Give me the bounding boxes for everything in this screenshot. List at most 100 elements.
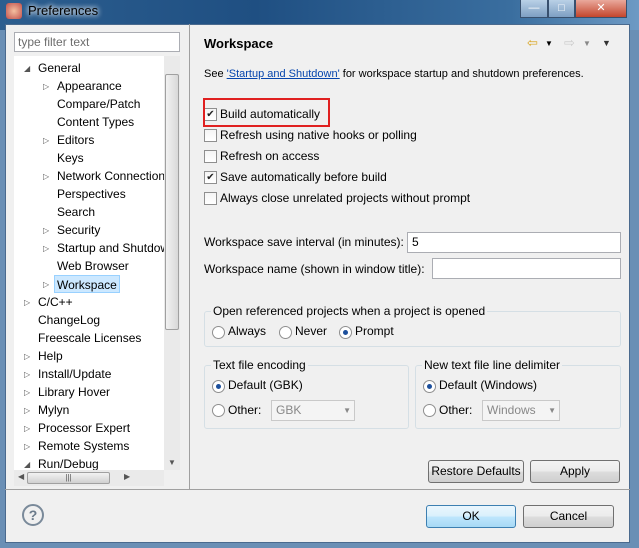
checkbox[interactable]: [204, 129, 217, 142]
collapsed-triangle-icon[interactable]: ▷: [43, 226, 49, 235]
collapsed-triangle-icon[interactable]: ▷: [24, 298, 30, 307]
collapsed-triangle-icon[interactable]: ▷: [24, 424, 30, 433]
checkbox-label: Refresh on access: [220, 149, 320, 163]
delimiter-title: New text file line delimiter: [422, 358, 563, 372]
scroll-right-arrow-icon[interactable]: ▶: [124, 472, 130, 481]
tree-item[interactable]: Web Browser: [57, 257, 129, 275]
restore-defaults-button[interactable]: Restore Defaults: [428, 460, 524, 483]
encoding-combo[interactable]: GBK ▼: [271, 400, 355, 421]
encoding-title: Text file encoding: [211, 358, 308, 372]
encoding-other-label: Other:: [228, 403, 262, 417]
scroll-left-arrow-icon[interactable]: ◀: [18, 472, 24, 481]
collapsed-triangle-icon[interactable]: ▷: [24, 388, 30, 397]
tree-item[interactable]: Compare/Patch: [57, 95, 140, 113]
separator: [5, 489, 630, 490]
tree-item[interactable]: Security: [57, 221, 100, 239]
checkbox[interactable]: [204, 150, 217, 163]
checkbox[interactable]: ✔: [204, 171, 217, 184]
delimiter-combo-value: Windows: [487, 403, 536, 417]
tree-item[interactable]: Perspectives: [57, 185, 126, 203]
collapsed-triangle-icon[interactable]: ▷: [24, 352, 30, 361]
tree-item[interactable]: Editors: [57, 131, 94, 149]
back-menu-chevron-icon[interactable]: ▼: [545, 39, 553, 48]
tree-item[interactable]: Search: [57, 203, 95, 221]
encoding-combo-value: GBK: [276, 403, 302, 417]
delimiter-default-radio[interactable]: [423, 380, 436, 393]
splitter[interactable]: [189, 24, 190, 489]
expanded-triangle-icon[interactable]: ◢: [24, 64, 30, 73]
tree-item[interactable]: Install/Update: [38, 365, 111, 383]
checkbox[interactable]: [204, 192, 217, 205]
collapsed-triangle-icon[interactable]: ▷: [43, 136, 49, 145]
tree-item[interactable]: Appearance: [57, 77, 122, 95]
chevron-down-icon: ▼: [548, 406, 556, 415]
maximize-button[interactable]: □: [548, 0, 575, 18]
open-ref-radio[interactable]: [212, 326, 225, 339]
tree-item[interactable]: Library Hover: [38, 383, 110, 401]
ok-button[interactable]: OK: [426, 505, 516, 528]
tree-scroll-thumb[interactable]: [165, 74, 179, 330]
collapsed-triangle-icon[interactable]: ▷: [24, 370, 30, 379]
tree-item[interactable]: Mylyn: [38, 401, 69, 419]
tree-item[interactable]: Run/Debug: [38, 455, 99, 470]
save-interval-label: Workspace save interval (in minutes):: [204, 235, 404, 249]
workspace-name-label: Workspace name (shown in window title):: [204, 262, 425, 276]
app-icon: [6, 3, 22, 19]
expanded-triangle-icon[interactable]: ◢: [24, 460, 30, 469]
tree-item[interactable]: Content Types: [57, 113, 134, 131]
open-ref-label: Never: [295, 324, 328, 338]
tree-item[interactable]: Keys: [57, 149, 84, 167]
workspace-name-input[interactable]: [432, 258, 621, 279]
tree-item[interactable]: C/C++: [38, 293, 73, 311]
close-button[interactable]: ✕: [575, 0, 627, 18]
tree-item[interactable]: General: [38, 59, 81, 77]
encoding-default-label: Default (GBK): [228, 378, 303, 392]
scroll-down-arrow-icon[interactable]: ▼: [168, 458, 176, 467]
view-menu-icon[interactable]: ▼: [602, 38, 611, 48]
collapsed-triangle-icon[interactable]: ▷: [43, 172, 49, 181]
window-title: Preferences: [28, 3, 99, 18]
cancel-button[interactable]: Cancel: [523, 505, 614, 528]
startup-shutdown-link[interactable]: 'Startup and Shutdown': [227, 68, 340, 80]
intro-suffix: for workspace startup and shutdown prefe…: [339, 68, 584, 80]
preference-tree: ◢ General ▷ Appearance Compare/Patch Content …: [14, 56, 164, 470]
checkbox-label: Always close unrelated projects without …: [220, 191, 471, 205]
delimiter-default-label: Default (Windows): [439, 378, 538, 392]
collapsed-triangle-icon[interactable]: ▷: [43, 82, 49, 91]
filter-input[interactable]: type filter text: [14, 32, 180, 52]
back-arrow-icon[interactable]: ⇦: [527, 35, 538, 51]
tree-item[interactable]: Startup and Shutdown: [57, 239, 164, 257]
intro-text: See 'Startup and Shutdown' for workspace…: [204, 68, 624, 80]
open-ref-label: Always: [228, 324, 267, 338]
intro-prefix: See: [204, 68, 227, 80]
collapsed-triangle-icon[interactable]: ▷: [43, 280, 49, 289]
collapsed-triangle-icon[interactable]: ▷: [43, 244, 49, 253]
tree-item[interactable]: Processor Expert: [38, 419, 130, 437]
forward-menu-chevron-icon[interactable]: ▼: [583, 39, 591, 48]
save-interval-input[interactable]: 5: [407, 232, 621, 253]
delimiter-other-label: Other:: [439, 403, 473, 417]
tree-item[interactable]: ChangeLog: [38, 311, 100, 329]
open-referenced-title: Open referenced projects when a project …: [211, 304, 488, 318]
delimiter-combo[interactable]: Windows ▼: [482, 400, 560, 421]
collapsed-triangle-icon[interactable]: ▷: [24, 406, 30, 415]
tree-hscroll-thumb[interactable]: |||: [27, 472, 110, 484]
encoding-other-radio[interactable]: [212, 404, 225, 417]
encoding-default-radio[interactable]: [212, 380, 225, 393]
collapsed-triangle-icon[interactable]: ▷: [24, 442, 30, 451]
delimiter-other-radio[interactable]: [423, 404, 436, 417]
tree-item[interactable]: Remote Systems: [38, 437, 129, 455]
minimize-button[interactable]: —: [520, 0, 548, 18]
open-ref-radio[interactable]: [279, 326, 292, 339]
open-ref-radio[interactable]: [339, 326, 352, 339]
tree-item[interactable]: Network Connections: [57, 167, 164, 185]
page-title: Workspace: [204, 36, 274, 51]
tree-item[interactable]: Freescale Licenses: [38, 329, 141, 347]
apply-button[interactable]: Apply: [530, 460, 620, 483]
checkbox-label: Refresh using native hooks or polling: [220, 128, 417, 142]
tree-item[interactable]: Help: [38, 347, 63, 365]
forward-arrow-icon[interactable]: ⇨: [564, 35, 575, 51]
help-icon[interactable]: ?: [22, 504, 44, 526]
open-ref-label: Prompt: [355, 324, 394, 338]
tree-item[interactable]: Workspace: [54, 275, 120, 293]
